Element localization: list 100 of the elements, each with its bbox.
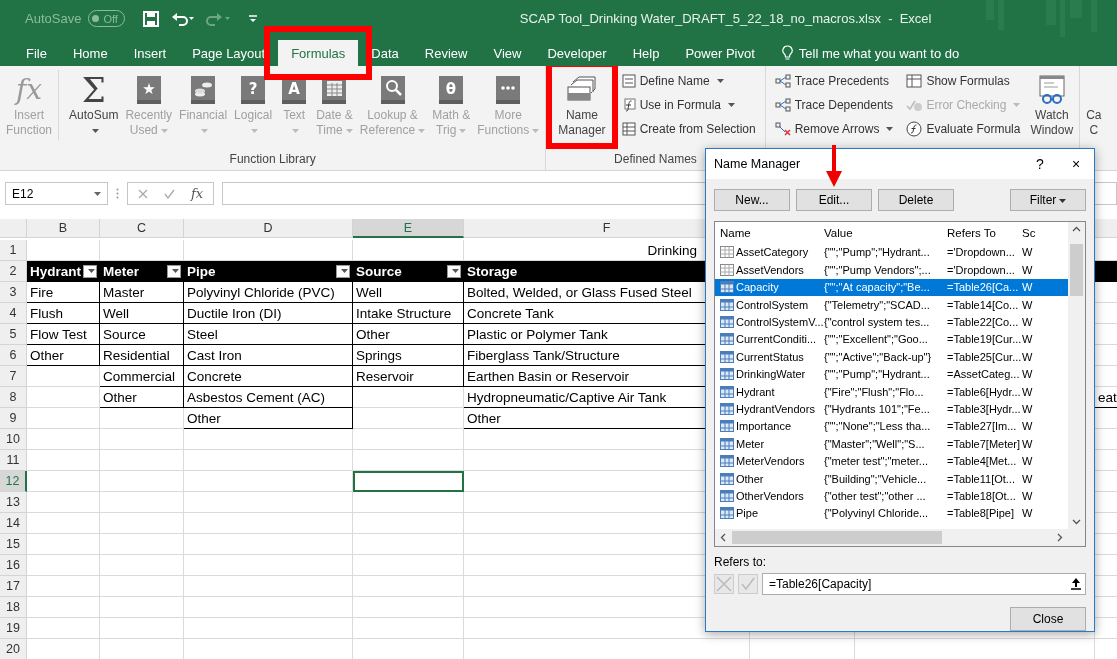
row-header[interactable]: 5 [0,324,27,345]
ribbon-button[interactable]: Watch Window [1027,70,1077,140]
column-header[interactable]: C [100,219,184,238]
row-header[interactable]: 18 [0,597,27,618]
tell-me-field[interactable]: Tell me what you want to do [777,40,964,66]
group-label: Function Library [229,152,316,168]
row-header[interactable]: 16 [0,555,27,576]
refers-to-cell: =Table7[Meter] [947,437,1022,450]
help-button[interactable]: ? [1022,149,1058,179]
row-header[interactable]: 11 [0,450,27,471]
row-header[interactable]: 15 [0,534,27,555]
row-header[interactable]: 9 [0,408,27,429]
ribbon-button[interactable]: Use in Formula [619,94,758,116]
row-header[interactable]: 12 [0,471,27,492]
value-cell-text: {"";"Pump";"Hydrant... [824,246,931,259]
ribbon-tab[interactable]: File [13,40,60,66]
scope-cell-text: W [1022,507,1034,520]
scope-cell-text: W [1022,263,1034,276]
table-cell: Asbestos Cement (AC) [184,387,353,408]
row-header[interactable]: 20 [0,639,27,659]
scope-cell-text: W [1022,472,1034,485]
header-label: Hydrant [30,263,81,279]
ribbon-button[interactable]: Trace Precedents [772,70,896,92]
ribbon-button[interactable]: Σ AutoSum [66,70,122,140]
table-cell: Reservoir [353,366,464,387]
scope-cell-text: W [1022,316,1034,328]
row-header[interactable]: 1 [0,240,27,261]
name-box[interactable]: E12 [5,182,108,205]
ribbon-button[interactable]: Show Formulas [904,70,1023,92]
value-cell-text: {"meter test";"meter... [824,455,930,468]
ribbon-tab[interactable]: Developer [534,40,620,66]
insert-function-button[interactable]: fx [191,186,204,201]
name-row[interactable]: Meter {"Master";"Well";"S... =Table7[Meter] W [715,435,1071,453]
ribbon-tab[interactable]: Review [411,40,481,66]
row-header[interactable]: 2 [0,261,27,282]
row-header[interactable]: 14 [0,513,27,534]
dialog-button[interactable]: New... [714,189,790,211]
row-header[interactable]: 3 [0,282,27,303]
name-row[interactable]: OtherVendors {"other test";"other ... =Table18[Ot... W [715,487,1071,505]
ribbon-tab[interactable]: Formulas [278,40,359,66]
refers-to-cell: =Table3[Hydr... [947,402,1022,415]
ribbon-button[interactable]: Create from Selection [619,118,758,140]
column-header[interactable]: Value [824,226,947,239]
ribbon-tab[interactable]: Power Pivot [672,40,768,66]
ribbon-button[interactable]: Name Manager [555,70,609,140]
ribbon-tab[interactable]: Help [619,40,673,66]
ribbon-button[interactable]: Trace Dependents [772,94,896,116]
row-header[interactable]: 6 [0,345,27,366]
ribbon-button[interactable]: Evaluate Formula [904,118,1023,140]
value-cell-text: {"";"Pump Vendors";... [824,263,932,276]
scope-cell-text: W [1022,455,1034,468]
row-header[interactable]: 7 [0,366,27,387]
column-header[interactable]: Sc [1022,226,1044,239]
row-header[interactable]: 19 [0,618,27,639]
table-cell: Steel [184,324,353,345]
ribbon-button[interactable]: Ca C [1083,70,1105,140]
table-cell: Other [27,345,100,366]
name-row[interactable]: Pipe {"Polyvinyl Chloride... =Table8[Pipe] W [715,504,1071,522]
dialog-button[interactable]: Edit... [796,189,872,211]
table-cell: Residential [100,345,184,366]
row-header[interactable]: 8 [0,387,27,408]
column-header[interactable]: Refers To [947,226,1022,239]
dialog-button[interactable]: Filter [1010,189,1086,211]
value-cell-text: {"Building";"Vehicle... [824,472,928,485]
row-header[interactable]: 10 [0,429,27,450]
scope-cell-text: W [1022,420,1034,433]
column-header[interactable]: B [27,219,100,238]
name-row[interactable]: Capacity {"";"At capacity";"Be... =Table26[Ca... W [715,278,1071,296]
ribbon-button[interactable]: Define Name [619,70,758,92]
column-header[interactable]: D [184,219,353,238]
ribbon-tab[interactable]: Insert [120,40,180,66]
value-cell-text: {"";"None";"Less tha... [824,420,932,433]
ribbon-tab[interactable]: View [480,40,535,66]
scope-cell-text: W [1022,437,1034,450]
ribbon-tab[interactable]: Data [358,40,412,66]
scope-cell-text: W [1022,489,1034,502]
value-cell-text: {"Polyvinyl Chloride... [824,507,930,520]
column-header[interactable]: E [353,219,464,238]
scope-cell-text: W [1022,402,1034,415]
close-button[interactable]: Close [1010,607,1086,631]
ribbon-tab[interactable]: Home [59,40,121,66]
ribbon-tab[interactable]: Page Layout [179,40,279,66]
name-cell: Meter [736,437,765,450]
scope-cell-text: W [1022,350,1034,363]
table-cell: Other [100,387,184,408]
close-button[interactable]: × [1058,149,1094,179]
refers-to-cell: =Table25[Cur... [947,350,1022,363]
row-header[interactable]: 13 [0,492,27,513]
dialog-button[interactable]: Delete [878,189,954,211]
ribbon-button[interactable]: Remove Arrows [772,118,896,140]
value-cell-text: {"";"Pump";"Hydrant... [824,368,931,381]
header-label: Storage [467,263,518,279]
name-row[interactable]: MeterVendors {"meter test";"meter... =Table4[Met... W [715,452,1071,470]
row-header[interactable]: 17 [0,576,27,597]
row-header[interactable]: 4 [0,303,27,324]
name-row[interactable]: AssetVendors {"";"Pump Vendors";... ='Dropdown... W [715,261,1071,279]
name-row[interactable]: Other {"Building";"Vehicle... =Table11[Ot... W [715,469,1071,488]
refers-to-field[interactable]: =Table26[Capacity] [762,573,1086,596]
scope-cell-text: W [1022,298,1034,311]
table-cell: Flow Test [27,324,100,345]
